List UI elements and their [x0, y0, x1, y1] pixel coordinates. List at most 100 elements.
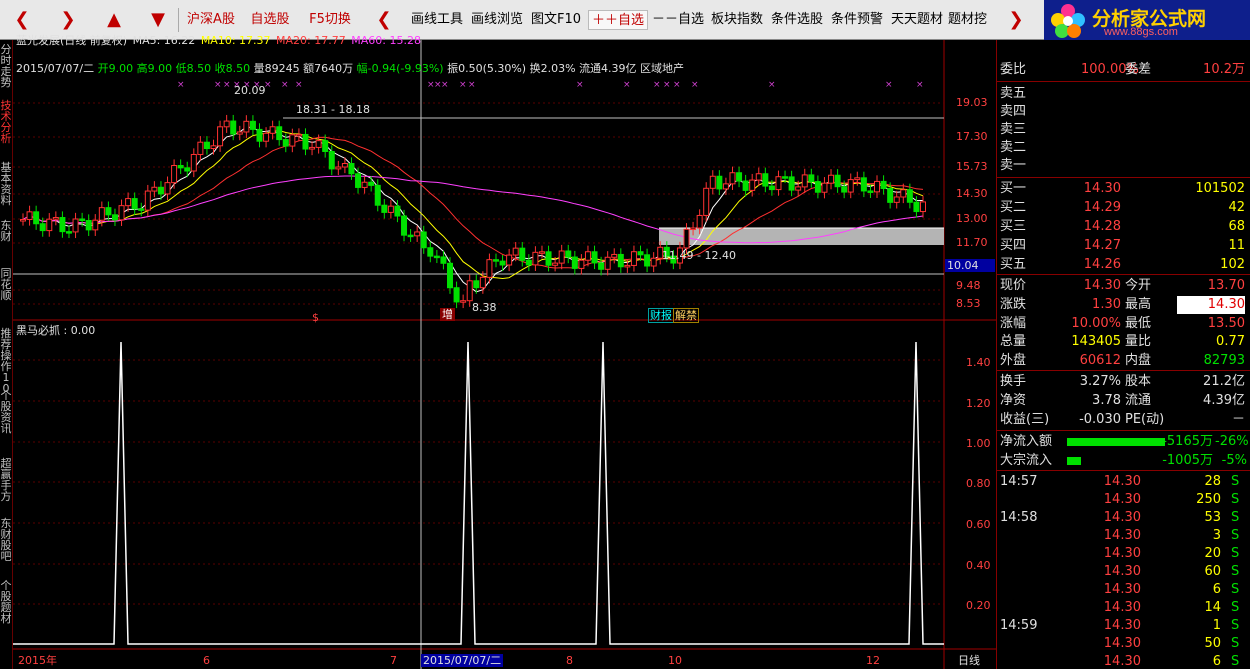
peak-price-label: 20.09: [234, 84, 266, 97]
tick-row[interactable]: 14.30 14 S: [997, 599, 1250, 617]
down-arrow-icon[interactable]: ▼: [144, 8, 172, 32]
tick-row[interactable]: 14.30 6 S: [997, 653, 1250, 669]
candle-body: [617, 253, 624, 268]
tick-row[interactable]: 14.30 60 S: [997, 563, 1250, 581]
tick-row[interactable]: 14:57 14.30 28 S: [997, 473, 1250, 491]
event-zeng-badge[interactable]: 增: [440, 308, 455, 321]
draw-browse-button[interactable]: 画线浏览: [468, 10, 526, 30]
signal-x-mark: ×: [768, 80, 776, 90]
bid-volume: 101502: [1195, 181, 1245, 196]
date-tick: 8: [566, 654, 573, 667]
date-tick: 6: [203, 654, 210, 667]
ask-row[interactable]: 卖二: [997, 139, 1250, 157]
bid-price: 14.27: [1083, 238, 1121, 253]
candle-body: [532, 251, 539, 266]
event-jiejin-badge[interactable]: 解禁: [673, 308, 699, 323]
candle-body: [125, 198, 132, 207]
toolbar-back-icon[interactable]: ❮: [370, 8, 398, 32]
candle-body: [269, 126, 276, 134]
tab-fundamentals[interactable]: 基本资料: [0, 162, 12, 206]
quote-row[interactable]: 涨幅 10.00% 最低 13.50: [997, 315, 1250, 333]
candle-body: [867, 190, 874, 193]
ask-row[interactable]: 卖五: [997, 85, 1250, 103]
tab-eastmoney[interactable]: 东财: [0, 220, 12, 242]
stat-value: 3.78: [1092, 393, 1121, 408]
quote-row[interactable]: 现价 14.30 今开 13.70: [997, 277, 1250, 295]
f10-info-button[interactable]: 图文F10: [528, 10, 584, 30]
tab-eastmoney-forum[interactable]: 东财股吧: [0, 518, 12, 562]
candle-body: [65, 231, 72, 234]
candle-body: [913, 201, 920, 213]
add-watchlist-button[interactable]: ＋＋自选: [588, 10, 648, 30]
draw-tools-button[interactable]: 画线工具: [408, 10, 466, 30]
period-label[interactable]: 日线: [958, 654, 980, 667]
tab-recommend[interactable]: 推荐操作10: [0, 328, 12, 394]
ask-row[interactable]: 卖一: [997, 157, 1250, 175]
kline-chart[interactable]: × × × × × × × × × × × × × × × × × × × × × × ×: [13, 40, 996, 669]
daily-topic-button[interactable]: 天天题材: [888, 10, 946, 30]
tab-technical[interactable]: 技术分析: [0, 100, 12, 144]
tick-row[interactable]: 14.30 50 S: [997, 635, 1250, 653]
bid-row[interactable]: 买四 14.27 11: [997, 237, 1250, 255]
bar-info-row: 2015/07/07/二 开9.00 高9.00 低8.50 收8.50 量89…: [16, 62, 716, 75]
tick-price: 14.30: [1103, 492, 1141, 507]
flow-row[interactable]: 大宗流入 -1005万 -5%: [997, 452, 1250, 470]
candle-body: [841, 186, 848, 193]
condition-alert-button[interactable]: 条件预警: [828, 10, 886, 30]
bid-row[interactable]: 买三 14.28 68: [997, 218, 1250, 236]
hs-a-share-button[interactable]: 沪深A股: [183, 10, 239, 30]
tick-volume: 14: [1204, 600, 1221, 615]
event-caibao-badge[interactable]: 财报: [648, 308, 674, 323]
f5-switch-button[interactable]: F5切换: [302, 10, 358, 30]
quote-label: 现价: [1000, 278, 1027, 293]
sector-index-button[interactable]: 板块指数: [708, 10, 766, 30]
tick-row[interactable]: 14.30 250 S: [997, 491, 1250, 509]
stat-row[interactable]: 净资 3.78 流通 4.39亿: [997, 392, 1250, 410]
tick-row[interactable]: 14.30 3 S: [997, 527, 1250, 545]
candle-body: [716, 175, 723, 190]
quote-row[interactable]: 总量 143405 量比 0.77: [997, 333, 1250, 351]
candle-body: [368, 181, 375, 186]
signal-x-mark: ×: [663, 80, 671, 90]
bid-label: 买三: [1000, 219, 1027, 234]
tick-row[interactable]: 14.30 20 S: [997, 545, 1250, 563]
tick-row[interactable]: 14:59 14.30 1 S: [997, 617, 1250, 635]
quote-row[interactable]: 涨跌 1.30 最高 14.30: [997, 295, 1250, 314]
tab-super-win[interactable]: 超赢手方: [0, 458, 12, 502]
watchlist-button[interactable]: 自选股: [244, 10, 296, 30]
stat-row[interactable]: 换手 3.27% 股本 21.2亿: [997, 373, 1250, 391]
tab-stock-news[interactable]: 个股资讯: [0, 390, 12, 434]
tab-tonghuashun[interactable]: 同花顺: [0, 268, 12, 301]
date-tick: 10: [668, 654, 682, 667]
ma20-line: [22, 136, 924, 269]
bid-row[interactable]: 买五 14.26 102: [997, 256, 1250, 274]
tab-intraday[interactable]: 分时走势: [0, 44, 12, 88]
up-arrow-icon[interactable]: ▲: [100, 8, 128, 32]
quote-label: 外盘: [1000, 353, 1027, 369]
stat-label: PE(动): [1125, 412, 1165, 427]
tick-volume: 6: [1212, 582, 1221, 597]
candle-body: [703, 187, 710, 216]
forward-arrow-icon[interactable]: ❯: [54, 8, 82, 32]
flow-row[interactable]: 净流入额 -5165万 -26%: [997, 433, 1250, 451]
stat-value: 3.27%: [1079, 374, 1121, 389]
candle-body: [217, 126, 224, 147]
bid-row[interactable]: 买一 14.30 101502: [997, 180, 1250, 198]
toolbar-more-icon[interactable]: ❯: [1002, 8, 1030, 32]
quote-row[interactable]: 外盘 60612 内盘 82793: [997, 352, 1250, 370]
ask-row[interactable]: 卖三: [997, 121, 1250, 139]
stat-label: 换手: [1000, 374, 1027, 389]
back-arrow-icon[interactable]: ❮: [8, 8, 36, 32]
tick-side: S: [1231, 546, 1240, 561]
tick-row[interactable]: 14.30 6 S: [997, 581, 1250, 599]
tab-stock-topic[interactable]: 个股题材: [0, 580, 12, 624]
remove-watchlist-button[interactable]: －－自选: [650, 10, 706, 30]
tick-row[interactable]: 14:58 14.30 53 S: [997, 509, 1250, 527]
range-high-label: 18.31 - 18.18: [296, 103, 370, 116]
condition-select-button[interactable]: 条件选股: [768, 10, 826, 30]
ask-row[interactable]: 卖四: [997, 103, 1250, 121]
bid-row[interactable]: 买二 14.29 42: [997, 199, 1250, 217]
topic-mining-button[interactable]: 题材挖: [948, 10, 994, 30]
event-dollar-badge[interactable]: $: [312, 311, 319, 324]
stat-row[interactable]: 收益(三) -0.030 PE(动) －: [997, 411, 1250, 429]
